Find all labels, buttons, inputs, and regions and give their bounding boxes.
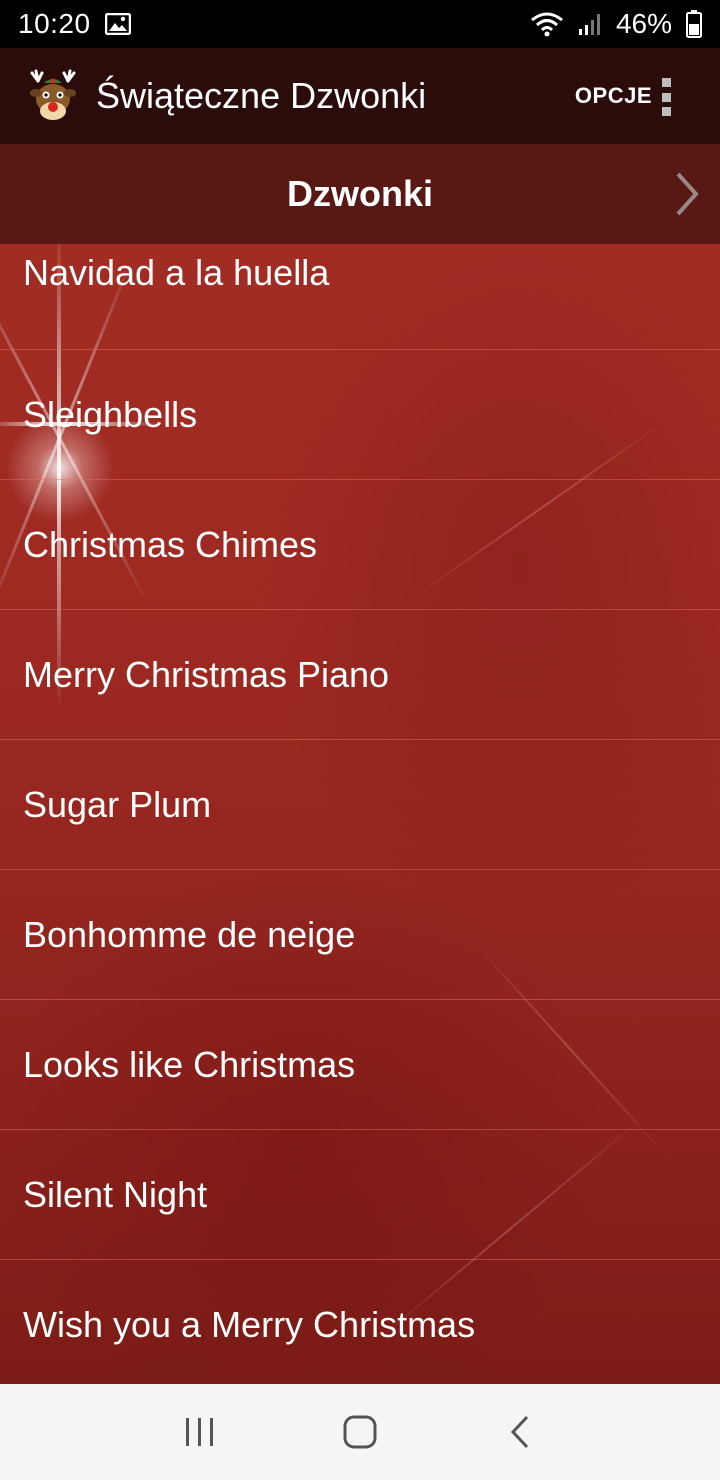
overflow-dot	[661, 107, 671, 116]
status-time: 10:20	[18, 8, 91, 39]
list-item[interactable]: Christmas Chimes	[0, 480, 720, 610]
list-item[interactable]: Navidad a la huella	[0, 222, 720, 350]
home-icon[interactable]	[330, 1402, 390, 1462]
list-item[interactable]: Looks like Christmas	[0, 1000, 720, 1130]
ringtone-title: Navidad a la huella	[23, 252, 330, 293]
status-right: 46%	[530, 8, 702, 40]
list-item[interactable]: Merry Christmas Piano	[0, 610, 720, 740]
list-item[interactable]: Bonhomme de neige	[0, 870, 720, 1000]
options-button[interactable]: OPCJE	[575, 83, 652, 109]
status-bar: 10:20 46%	[0, 0, 720, 48]
ringtone-title: Looks like Christmas	[23, 1043, 356, 1085]
section-title: Dzwonki	[286, 173, 433, 214]
app-bar: Świąteczne Dzwonki OPCJE	[0, 48, 720, 144]
chevron-right-icon[interactable]	[674, 172, 700, 221]
ringtone-title: Sleighbells	[23, 393, 198, 435]
status-left: 10:20	[18, 8, 131, 40]
overflow-dot	[661, 92, 671, 102]
wifi-icon	[530, 11, 564, 37]
recent-apps-icon[interactable]	[170, 1402, 230, 1462]
ringtone-title: Merry Christmas Piano	[23, 653, 390, 695]
signal-icon	[578, 12, 602, 36]
navigation-bar	[0, 1384, 720, 1480]
reindeer-icon	[24, 67, 82, 125]
app-title: Świąteczne Dzwonki	[96, 75, 427, 116]
ringtone-list: Navidad a la huella Sleighbells Christma…	[0, 222, 720, 1390]
ringtone-title: Bonhomme de neige	[23, 913, 356, 955]
ringtone-title: Sugar Plum	[23, 783, 212, 825]
overflow-dot	[661, 78, 671, 87]
overflow-menu-icon[interactable]	[660, 78, 672, 116]
list-item[interactable]: Silent Night	[0, 1130, 720, 1260]
list-item[interactable]: Sugar Plum	[0, 740, 720, 870]
back-icon[interactable]	[490, 1402, 550, 1462]
list-item[interactable]: Sleighbells	[0, 350, 720, 480]
list-item[interactable]: Wish you a Merry Christmas	[0, 1260, 720, 1390]
ringtone-title: Christmas Chimes	[23, 523, 318, 565]
battery-percent: 46%	[615, 8, 672, 39]
image-icon	[104, 13, 131, 35]
ringtone-title: Wish you a Merry Christmas	[23, 1303, 476, 1345]
battery-icon	[686, 10, 702, 38]
ringtone-title: Silent Night	[23, 1173, 208, 1215]
